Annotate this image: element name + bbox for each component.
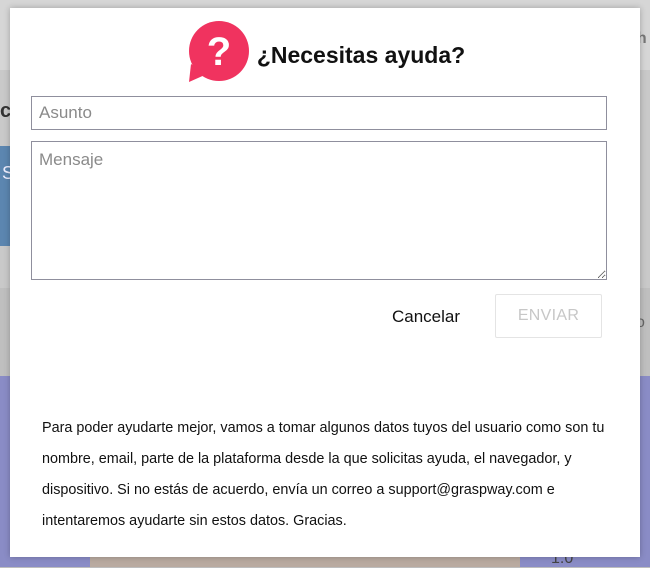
subject-input[interactable] (31, 96, 607, 130)
modal-title: ¿Necesitas ayuda? (256, 41, 466, 68)
modal-header: ? ¿Necesitas ayuda? (10, 20, 640, 86)
svg-text:?: ? (207, 30, 231, 74)
message-textarea[interactable] (31, 141, 607, 280)
cancel-button[interactable]: Cancelar (384, 300, 468, 334)
privacy-notice: Para poder ayudarte mejor, vamos a tomar… (42, 420, 605, 529)
question-speech-bubble-icon: ? (188, 21, 249, 82)
send-button[interactable]: ENVIAR (495, 294, 602, 338)
help-modal: ? ¿Necesitas ayuda? Cancelar ENVIAR Para… (10, 8, 640, 557)
